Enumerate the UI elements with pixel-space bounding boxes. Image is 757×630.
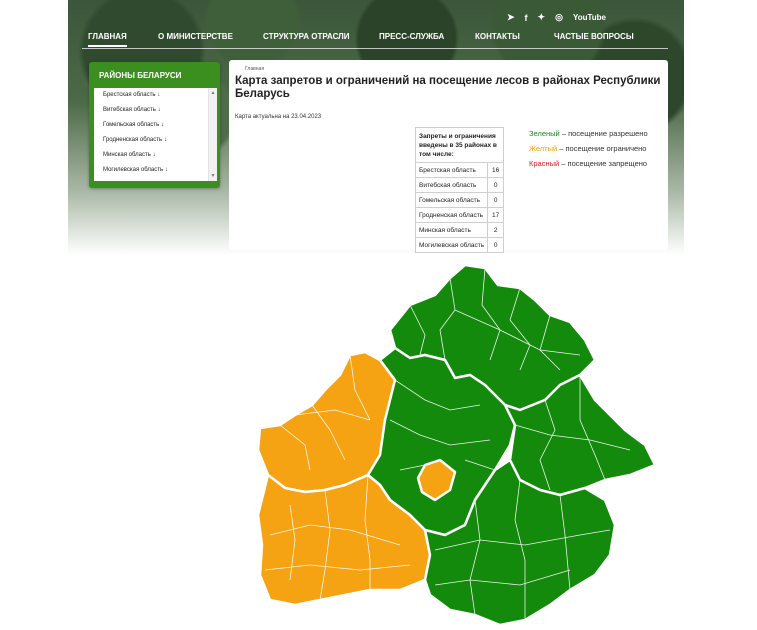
- social-links: ➤ f ✦ ◎ YouTube: [507, 12, 606, 23]
- youtube-icon[interactable]: YouTube: [573, 13, 606, 22]
- sidebar-item-grodno[interactable]: Гродненская область ↓: [94, 133, 217, 148]
- legend-red: Красный – посещение запрещено: [529, 159, 648, 168]
- table-row: Гродненская область 17: [414, 207, 505, 223]
- arrow-down-icon: ↓: [152, 152, 156, 158]
- arrow-down-icon: ↓: [163, 137, 167, 143]
- table-row: Брестская область 16: [414, 162, 505, 178]
- legend-yellow: Желтый – посещение ограничено: [529, 144, 647, 153]
- nav-press-service[interactable]: ПРЕСС-СЛУЖБА: [379, 32, 444, 41]
- regions-list[interactable]: Брестская область ↓ Витебская область ↓ …: [94, 88, 217, 181]
- main-nav: ГЛАВНАЯ О МИНИСТЕРСТВЕ СТРУКТУРА ОТРАСЛИ…: [82, 28, 668, 49]
- content-card: Главная Карта запретов и ограничений на …: [229, 60, 668, 253]
- table-header: Запреты и ограничения введены в 35 район…: [414, 127, 505, 163]
- telegram-icon[interactable]: ➤: [507, 12, 515, 23]
- nav-home[interactable]: ГЛАВНАЯ: [88, 32, 127, 47]
- nav-about-ministry[interactable]: О МИНИСТЕРСТВЕ: [158, 32, 233, 41]
- table-row: Могилевская область 0: [414, 237, 505, 253]
- sidebar-item-brest[interactable]: Брестская область ↓: [94, 88, 217, 103]
- map-legend: Зеленый – посещение разрешено Желтый – п…: [529, 126, 648, 171]
- restrictions-table: Запреты и ограничения введены в 35 район…: [414, 127, 505, 253]
- facebook-icon[interactable]: f: [525, 13, 528, 23]
- arrow-down-icon: ↓: [160, 122, 164, 128]
- instagram-icon[interactable]: ◎: [555, 12, 563, 23]
- arrow-down-icon: ↓: [164, 167, 168, 173]
- regions-sidebar: РАЙОНЫ БЕЛАРУСИ Брестская область ↓ Вите…: [89, 62, 220, 188]
- arrow-down-icon: ↓: [157, 92, 161, 98]
- sidebar-item-vitebsk[interactable]: Витебская область ↓: [94, 103, 217, 118]
- legend-green: Зеленый – посещение разрешено: [529, 129, 648, 138]
- nav-industry-structure[interactable]: СТРУКТУРА ОТРАСЛИ: [263, 32, 350, 41]
- sidebar-scrollbar[interactable]: ▲ ▼: [208, 88, 217, 181]
- scroll-down-icon[interactable]: ▼: [209, 173, 217, 179]
- table-row: Витебская область 0: [414, 177, 505, 193]
- arrow-down-icon: ↓: [157, 107, 161, 113]
- belarus-regions-map[interactable]: [250, 260, 670, 630]
- table-row: Минская область 2: [414, 222, 505, 238]
- page-title: Карта запретов и ограничений на посещени…: [235, 75, 661, 100]
- scroll-up-icon[interactable]: ▲: [209, 90, 217, 96]
- sidebar-item-gomel[interactable]: Гомельская область ↓: [94, 118, 217, 133]
- table-row: Гомельская область 0: [414, 192, 505, 208]
- map-date: Карта актуальна на 23.04.2023: [235, 114, 322, 120]
- sidebar-title: РАЙОНЫ БЕЛАРУСИ: [99, 71, 182, 80]
- sidebar-item-mogilev[interactable]: Могилевская область ↓: [94, 163, 217, 178]
- twitter-icon[interactable]: ✦: [538, 12, 546, 23]
- nav-contacts[interactable]: КОНТАКТЫ: [475, 32, 520, 41]
- sidebar-item-minsk[interactable]: Минская область ↓: [94, 148, 217, 163]
- breadcrumb[interactable]: Главная: [245, 66, 264, 72]
- nav-faq[interactable]: ЧАСТЫЕ ВОПРОСЫ: [554, 32, 634, 41]
